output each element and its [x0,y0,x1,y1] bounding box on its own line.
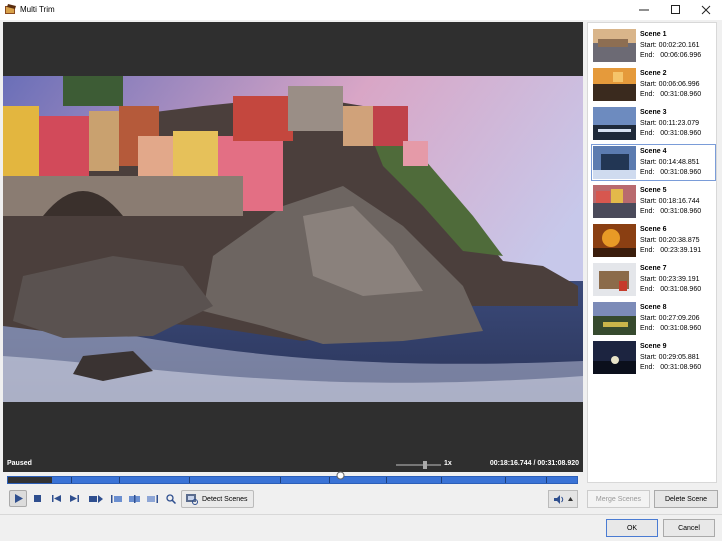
scene-item-9[interactable]: Scene 9 Start: 00:29:05.881 End: 00:31:0… [591,339,716,376]
scene-marker [189,477,190,483]
scene-list[interactable]: Scene 1 Start: 00:02:20.161 End: 00:06:0… [587,22,717,483]
play-button[interactable] [9,490,27,507]
scene-item-1[interactable]: Scene 1 Start: 00:02:20.161 End: 00:06:0… [591,27,716,64]
scene-item-6[interactable]: Scene 6 Start: 00:20:38.875 End: 00:23:3… [591,222,716,259]
scene-item-3[interactable]: Scene 3 Start: 00:11:23.079 End: 00:31:0… [591,105,716,142]
scene-thumbnail [593,302,636,335]
scene-marker [119,477,120,483]
skip-back-icon [52,495,61,502]
video-frame [3,76,583,402]
scene-item-5[interactable]: Scene 5 Start: 00:18:16.744 End: 00:31:0… [591,183,716,220]
chevron-up-icon [567,497,573,501]
scene-thumbnail [593,185,636,218]
scene-thumbnail [593,341,636,374]
scene-marker [546,477,547,483]
play-icon [14,494,23,503]
mark-in-icon [111,494,122,503]
zoom-button[interactable] [162,490,179,507]
speed-slider-handle[interactable] [423,461,427,469]
playback-time: 00:18:16.744 / 00:31:08.920 [489,460,579,467]
previous-frame-button[interactable] [48,490,65,507]
set-end-button[interactable] [144,490,161,507]
next-frame-button[interactable] [66,490,83,507]
ok-button[interactable]: OK [606,519,658,537]
scene-item-8[interactable]: Scene 8 Start: 00:27:09.206 End: 00:31:0… [591,300,716,337]
minimize-button[interactable] [628,0,660,20]
delete-scene-button[interactable]: Delete Scene [654,490,718,508]
app-logo-icon [5,4,17,15]
scene-thumbnail [593,107,636,140]
close-button[interactable] [690,0,722,20]
speed-slider-track[interactable] [396,464,441,466]
video-preview-panel[interactable]: Paused 1x 00:18:16.744 / 00:31:08.920 [3,22,583,472]
scene-marker [71,477,72,483]
timeline-bar[interactable] [7,476,578,484]
title-bar: Multi Trim [0,0,722,20]
footer-divider [0,514,722,515]
scene-marker [329,477,330,483]
window-title: Multi Trim [20,5,55,14]
scene-item-7[interactable]: Scene 7 Start: 00:23:39.191 End: 00:31:0… [591,261,716,298]
split-scene-button[interactable] [126,490,143,507]
detect-scenes-label: Detect Scenes [202,495,248,503]
scene-marker [280,477,281,483]
maximize-button[interactable] [660,0,692,20]
speaker-icon [553,494,563,504]
volume-button[interactable] [548,490,578,508]
scene-marker [505,477,506,483]
scene-item-4[interactable]: Scene 4 Start: 00:14:48.851 End: 00:31:0… [591,144,716,181]
scene-item-2[interactable]: Scene 2 Start: 00:06:06.996 End: 00:31:0… [591,66,716,103]
playback-speed: 1x [444,460,452,467]
scene-marker [441,477,442,483]
scene-thumbnail [593,263,636,296]
skip-forward-icon [70,495,79,502]
detect-scenes-icon [186,493,198,505]
scene-thumbnail [593,224,636,257]
scene-marker [386,477,387,483]
stop-button[interactable] [29,490,46,507]
detect-scenes-button[interactable]: Detect Scenes [181,490,254,508]
playback-status: Paused [7,460,32,467]
scene-thumbnail [593,146,636,179]
stop-icon [34,495,41,502]
scene-thumbnail [593,29,636,62]
playhead-handle[interactable] [336,471,345,480]
set-start-button[interactable] [108,490,125,507]
scene-thumbnail [593,68,636,101]
merge-scenes-button[interactable]: Merge Scenes [587,490,650,508]
cancel-button[interactable]: Cancel [663,519,715,537]
magnifier-icon [165,493,176,504]
play-scene-icon [89,494,103,503]
timeline-played-region [8,477,52,483]
mark-out-icon [147,494,158,503]
split-icon [129,494,140,503]
play-scene-button[interactable] [86,490,106,507]
